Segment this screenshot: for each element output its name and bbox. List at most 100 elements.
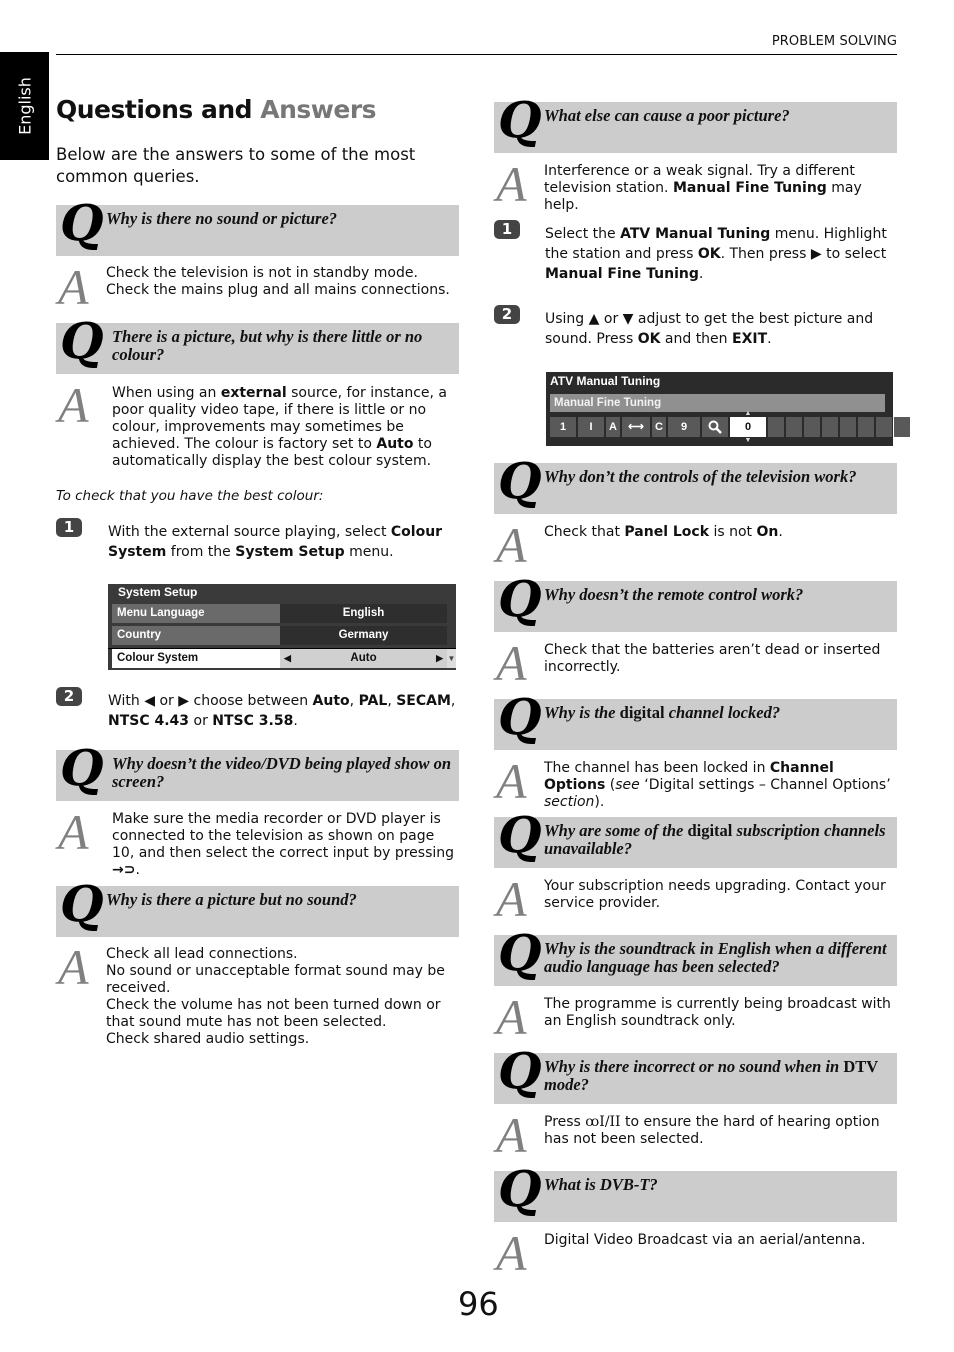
a-icon: A [496, 871, 527, 927]
right-column: Q What else can cause a poor picture? A … [494, 0, 910, 1352]
question-box: Q What else can cause a poor picture? [494, 95, 897, 153]
menu-row-menu-language[interactable]: Menu Language English [112, 604, 447, 623]
step-badge-2: 2 [494, 305, 520, 324]
input-source-icon: →⊃ [112, 862, 136, 878]
answer-text: The channel has been locked in Channel O… [544, 760, 891, 810]
q-icon: Q [60, 193, 104, 252]
step-text: With the external source playing, select… [108, 524, 443, 560]
answer-text: Check all lead connections. No sound or … [106, 946, 445, 1047]
question-box: Q Why is the soundtrack in English when … [494, 928, 897, 986]
a-icon: A [496, 517, 527, 573]
menu-row-colour-system[interactable]: Colour System ◀ Auto ▶ [112, 649, 447, 668]
answer-text: The programme is currently being broadca… [544, 996, 891, 1029]
q-icon: Q [498, 687, 542, 746]
system-setup-menu: System Setup Menu Language English Count… [108, 584, 456, 670]
empty-cell [840, 417, 856, 437]
q-icon: Q [60, 874, 104, 933]
answer-text: Press ꝏI/II to ensure the hard of hearin… [544, 1114, 880, 1147]
question-box: Q Why is there incorrect or no sound whe… [494, 1046, 897, 1104]
question-box: Q What is DVB-T? [494, 1164, 897, 1222]
arrow-left-icon[interactable]: ◀ [284, 649, 291, 668]
question-box: Q Why are some of the digital subscripti… [494, 810, 897, 868]
page-number: 96 [458, 1285, 499, 1323]
step-text: Select the ATV Manual Tuning menu. Highl… [545, 226, 887, 282]
tuning-cell-band: A [606, 417, 620, 437]
a-icon: A [496, 1225, 527, 1281]
search-icon[interactable] [702, 417, 728, 437]
a-icon: A [58, 939, 89, 995]
answer-text: Check the television is not in standby m… [106, 265, 450, 298]
question-text: What is DVB-T? [544, 1175, 658, 1194]
question-text: Why is the digital channel locked? [544, 703, 781, 722]
a-icon: A [496, 635, 527, 691]
q-icon: Q [498, 1159, 542, 1218]
tuning-cell-system: I [578, 417, 604, 437]
answer-text: Make sure the media recorder or DVD play… [112, 811, 455, 878]
fine-tuning-value[interactable]: ▲ 0 ▼ [730, 410, 766, 444]
question-box: Q Why doesn’t the video/DVD being played… [56, 743, 459, 801]
step-badge-2: 2 [56, 687, 82, 706]
arrow-right-icon[interactable]: ▶ [436, 649, 443, 668]
audio-language-button-icon: ꝏI/II [585, 1114, 621, 1130]
tuning-cell-type: C [652, 417, 666, 437]
empty-cell [894, 417, 910, 437]
question-text: Why don’t the controls of the television… [544, 467, 857, 486]
question-text: Why is there incorrect or no sound when … [544, 1057, 879, 1094]
empty-cell [804, 417, 820, 437]
left-column: Q Why is there no sound or picture? A Ch… [56, 0, 459, 1352]
step-badge-1: 1 [56, 518, 82, 537]
arrow-up-icon: ▲ [744, 410, 752, 417]
manual-fine-tuning-row[interactable]: Manual Fine Tuning [550, 394, 885, 412]
question-text: Why is there no sound or picture? [106, 209, 338, 228]
question-box: Q Why don’t the controls of the televisi… [494, 456, 897, 514]
empty-cell [858, 417, 874, 437]
menu-row-country[interactable]: Country Germany [112, 626, 447, 645]
a-icon: A [496, 989, 527, 1045]
question-box: Q Why is the digital channel locked? [494, 692, 897, 750]
empty-cell [822, 417, 838, 437]
step-badge-1: 1 [494, 220, 520, 239]
a-icon: A [58, 377, 89, 433]
step-text: With ◀ or ▶ choose between Auto, PAL, SE… [108, 693, 456, 729]
menu-title: System Setup [118, 585, 198, 599]
q-icon: Q [498, 805, 542, 864]
question-box: Q Why is there a picture but no sound? [56, 879, 459, 937]
answer-text: Digital Video Broadcast via an aerial/an… [544, 1232, 866, 1248]
a-icon: A [496, 753, 527, 809]
arrow-right-icon: ▶ [178, 693, 190, 709]
empty-cell [786, 417, 802, 437]
question-text: Why is the soundtrack in English when a … [544, 939, 887, 976]
answer-text: Check that Panel Lock is not On. [544, 524, 783, 540]
step-text: Using ▲ or ▼ adjust to get the best pict… [545, 311, 874, 347]
tuning-cell-position: 1 [550, 417, 576, 437]
skip-arrow-icon: ⟷ [622, 417, 650, 437]
question-box: Q Why is there no sound or picture? [56, 198, 459, 256]
empty-cell [768, 417, 784, 437]
scroll-down-icon[interactable]: ▼ [447, 649, 456, 668]
q-icon: Q [60, 738, 104, 797]
language-tab: English [0, 52, 49, 160]
question-text: Why doesn’t the remote control work? [544, 585, 804, 604]
colour-system-value: Auto [350, 652, 377, 664]
arrow-down-icon: ▼ [622, 311, 634, 327]
arrow-down-icon: ▼ [744, 437, 752, 444]
question-text: There is a picture, but why is there lit… [112, 327, 423, 364]
question-text: Why doesn’t the video/DVD being played s… [112, 754, 452, 791]
question-text: Why are some of the digital subscription… [544, 821, 886, 858]
instruction-note: To check that you have the best colour: [56, 488, 324, 504]
question-box: Q Why doesn’t the remote control work? [494, 574, 897, 632]
answer-text: Your subscription needs upgrading. Conta… [544, 878, 886, 911]
answer-text: Check that the batteries aren’t dead or … [544, 642, 881, 675]
answer-text: Interference or a weak signal. Try a dif… [544, 163, 862, 213]
question-text: Why is there a picture but no sound? [106, 890, 357, 909]
a-icon: A [496, 1107, 527, 1163]
empty-cell [876, 417, 892, 437]
q-icon: Q [498, 569, 542, 628]
q-icon: Q [498, 451, 542, 510]
q-icon: Q [498, 923, 542, 982]
q-icon: Q [498, 1041, 542, 1100]
language-tab-label: English [15, 77, 34, 135]
arrow-up-icon: ▲ [588, 311, 600, 327]
tuning-cell-channel: 9 [668, 417, 700, 437]
answer-text: When using an external source, for insta… [112, 385, 448, 469]
